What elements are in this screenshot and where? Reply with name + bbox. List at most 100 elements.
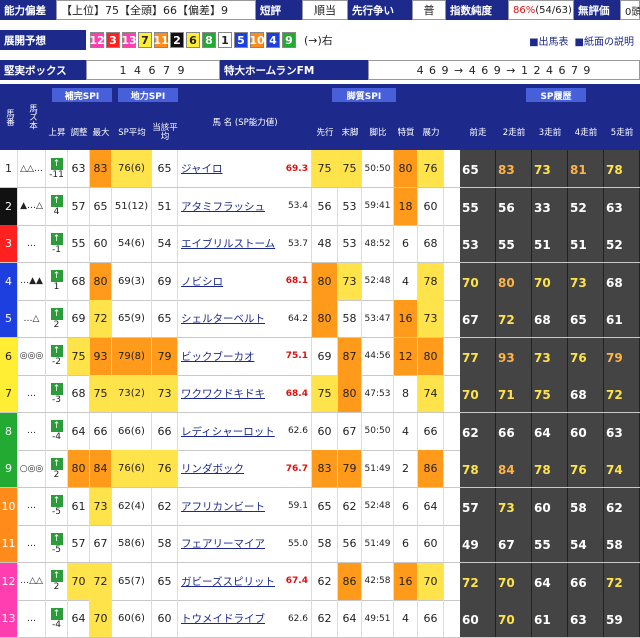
history-value: 51 [534, 238, 551, 252]
cell-sen: 83 [312, 450, 338, 487]
horse-name-link[interactable]: リンダボック [181, 461, 244, 476]
horse-name-link[interactable]: ジャイロ [181, 161, 222, 176]
horse-name-cell[interactable]: ビックブーカオ 75.1 [178, 337, 312, 375]
history-value: 73 [498, 500, 515, 515]
history-cell-p2: 70 [496, 562, 532, 600]
cell-matsu: 86 [338, 562, 362, 600]
table-row[interactable]: 4 …▲▲ ↑ 1 68 80 69(3) 69 80 73 52:48 4 78 ノビシロ 68.1 70 8… [0, 262, 640, 301]
forecast-row: 展開予想 12 3 13 7 11 2 6 8 1 5 10 4 9 (→)右 ■出馬表 ■紙面の説明 [0, 30, 640, 50]
horse-name-cell[interactable]: ワクワクドキドキ 68.4 [178, 375, 312, 412]
horse-name-link[interactable]: アタミフラッシュ [181, 199, 265, 214]
trend-value: -4 [52, 619, 61, 630]
horse-name-cell[interactable]: アタミフラッシュ 53.4 [178, 187, 312, 225]
pace-value: 普 [412, 0, 446, 20]
history-value: 74 [606, 463, 623, 477]
link-entry-table[interactable]: ■出馬表 [529, 33, 568, 48]
history-value: 66 [498, 425, 515, 440]
history-value: 66 [570, 575, 587, 590]
history-value: 49 [462, 538, 479, 552]
cell-ratio: 52:48 [362, 487, 394, 525]
trend-arrow-icon: ↑ [50, 232, 63, 245]
cell-avg: 65 [152, 150, 178, 187]
horse-name-cell[interactable]: エイブリルストーム 53.7 [178, 225, 312, 262]
history-cell-p5: 72 [604, 375, 640, 412]
cell-avg: 62 [152, 487, 178, 525]
history-cell-p2: 84 [496, 450, 532, 487]
forecast-number: 5 [234, 32, 248, 48]
cell-matsu: 64 [338, 600, 362, 637]
horse-name-cell[interactable]: ノビシロ 68.1 [178, 262, 312, 300]
horse-name-link[interactable]: ビックブーカオ [181, 349, 255, 364]
history-value: 63 [606, 425, 623, 440]
history-cell-p5: 74 [604, 450, 640, 487]
horse-name-link[interactable]: ワクワクドキドキ [181, 386, 265, 401]
horse-name-link[interactable]: フェアリーマイア [181, 536, 265, 551]
horse-name-link[interactable]: シェルターベルト [181, 311, 265, 326]
cell-avg: 65 [152, 300, 178, 337]
sp-ability-value: 75.1 [285, 351, 308, 361]
table-row[interactable]: 5 …△ ↑ 2 69 72 65(9) 65 80 58 53:47 16 73 シェルターベルト 64.… [0, 300, 640, 338]
horse-number: 11 [0, 525, 18, 562]
horse-name-cell[interactable]: ジャイロ 69.3 [178, 150, 312, 187]
history-cell-p2: 93 [496, 337, 532, 375]
table-row[interactable]: 7… ↑ -3 68 75 73(2) 73 75 80 47:53 8 74 ワクワクドキドキ 68.4… [0, 375, 640, 413]
table-row[interactable]: 6 ◎◎◎ ↑ -2 75 93 79(8) 79 69 87 44:56 12 80 ビックブーカオ 75… [0, 337, 640, 376]
table-row[interactable]: 12 …△△ ↑ 2 70 72 65(7) 65 62 86 42:58 16 70 ガビーズスピリット… [0, 562, 640, 601]
horse-name-link[interactable]: ガビーズスピリット [181, 574, 275, 589]
cell-matsu: 80 [338, 375, 362, 412]
history-value: 55 [498, 238, 515, 252]
horse-name-link[interactable]: アフリカンビート [181, 499, 265, 514]
horse-number: 4 [0, 262, 18, 300]
horse-name-cell[interactable]: レディシャーロット 62.6 [178, 412, 312, 450]
table-row[interactable]: 1 △△… ↑ -11 63 83 76(6) 65 75 75 50:50 80 76 ジャイロ 69.3… [0, 150, 640, 188]
horse-name-link[interactable]: トウメイドライブ [181, 611, 265, 626]
forecast-number: 13 [121, 32, 137, 48]
table-row[interactable]: 13… ↑ -4 64 70 60(6) 60 62 64 49:51 4 66 トウメイドライブ 62.… [0, 600, 640, 638]
trend-cell: ↑ -3 [46, 375, 68, 412]
history-value: 67 [462, 313, 479, 327]
cell-adj: 55 [68, 225, 90, 262]
horse-name-link[interactable]: レディシャーロット [181, 424, 275, 439]
table-row[interactable]: 2 ▲…△ ↑ 4 57 65 51(12) 51 56 53 59:41 18 60 アタミフラッシュ 5… [0, 187, 640, 226]
horse-name-cell[interactable]: リンダボック 76.7 [178, 450, 312, 487]
horse-name-link[interactable]: ノビシロ [181, 274, 223, 289]
trend-cell: ↑ -4 [46, 600, 68, 637]
cell-ten: 86 [418, 450, 444, 487]
trend-cell: ↑ 1 [46, 262, 68, 300]
history-value: 52 [606, 238, 623, 252]
cell-ratio: 44:56 [362, 337, 394, 375]
history-cell-p5: 63 [604, 187, 640, 225]
table-row[interactable]: 3… ↑ -1 55 60 54(6) 54 48 53 48:52 6 68 エイブリルストーム 53.… [0, 225, 640, 263]
cell-sen: 69 [312, 337, 338, 375]
header-chosei: 調整 [70, 127, 88, 138]
trend-value: 1 [53, 282, 60, 292]
horse-name-cell[interactable]: ガビーズスピリット 67.4 [178, 562, 312, 600]
horse-name-cell[interactable]: アフリカンビート 59.1 [178, 487, 312, 525]
table-row[interactable]: 10… ↑ -5 61 73 62(4) 62 65 62 52:48 6 64 アフリカンビート 59.… [0, 487, 640, 526]
table-row[interactable]: 8… ↑ -4 64 66 66(6) 66 60 67 50:50 4 66 レディシャーロット 62.… [0, 412, 640, 451]
history-cell-p1: 55 [460, 187, 496, 225]
cell-max: 75 [90, 375, 112, 412]
history-value: 71 [498, 388, 515, 402]
cell-avg: 66 [152, 412, 178, 450]
history-cell-p1: 67 [460, 300, 496, 337]
trend-cell: ↑ -5 [46, 525, 68, 562]
horse-name-link[interactable]: エイブリルストーム [181, 236, 275, 251]
horse-number: 1 [0, 150, 18, 187]
horse-name-cell[interactable]: シェルターベルト 64.2 [178, 300, 312, 337]
history-cell-p3: 68 [532, 300, 568, 337]
cell-ten: 60 [418, 187, 444, 225]
horse-name-cell[interactable]: トウメイドライブ 62.6 [178, 600, 312, 637]
horse-name-cell[interactable]: フェアリーマイア 55.0 [178, 525, 312, 562]
history-value: 56 [498, 200, 515, 215]
history-cell-p4: 76 [568, 450, 604, 487]
history-cell-p3: 55 [532, 525, 568, 562]
cell-tok: 4 [394, 262, 418, 300]
table-row[interactable]: 9 ○◎◎ ↑ 2 80 84 76(6) 76 83 79 51:49 2 86 リンダボック 76.7 7… [0, 450, 640, 488]
link-paper-guide[interactable]: ■紙面の説明 [575, 33, 634, 48]
history-cell-p4: 52 [568, 187, 604, 225]
history-value: 63 [570, 613, 587, 627]
cell-avg: 58 [152, 525, 178, 562]
table-row[interactable]: 11… ↑ -5 57 67 58(6) 58 58 56 51:49 6 60 フェアリーマイア 55.… [0, 525, 640, 563]
trend-arrow-icon: ↑ [50, 457, 63, 470]
